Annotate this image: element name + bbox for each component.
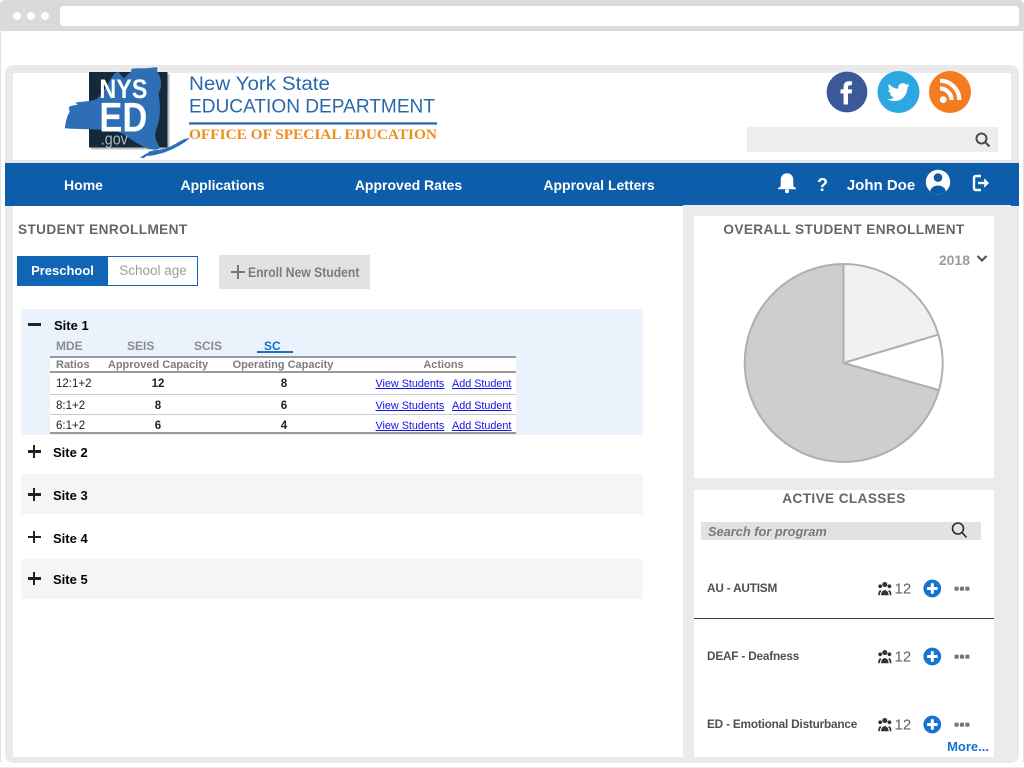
svg-text:EDUCATION DEPARTMENT: EDUCATION DEPARTMENT <box>189 96 435 117</box>
svg-text:New York State: New York State <box>189 73 330 95</box>
svg-text:.gov: .gov <box>101 130 128 149</box>
svg-text:OFFICE OF SPECIAL EDUCATION: OFFICE OF SPECIAL EDUCATION <box>189 127 438 143</box>
